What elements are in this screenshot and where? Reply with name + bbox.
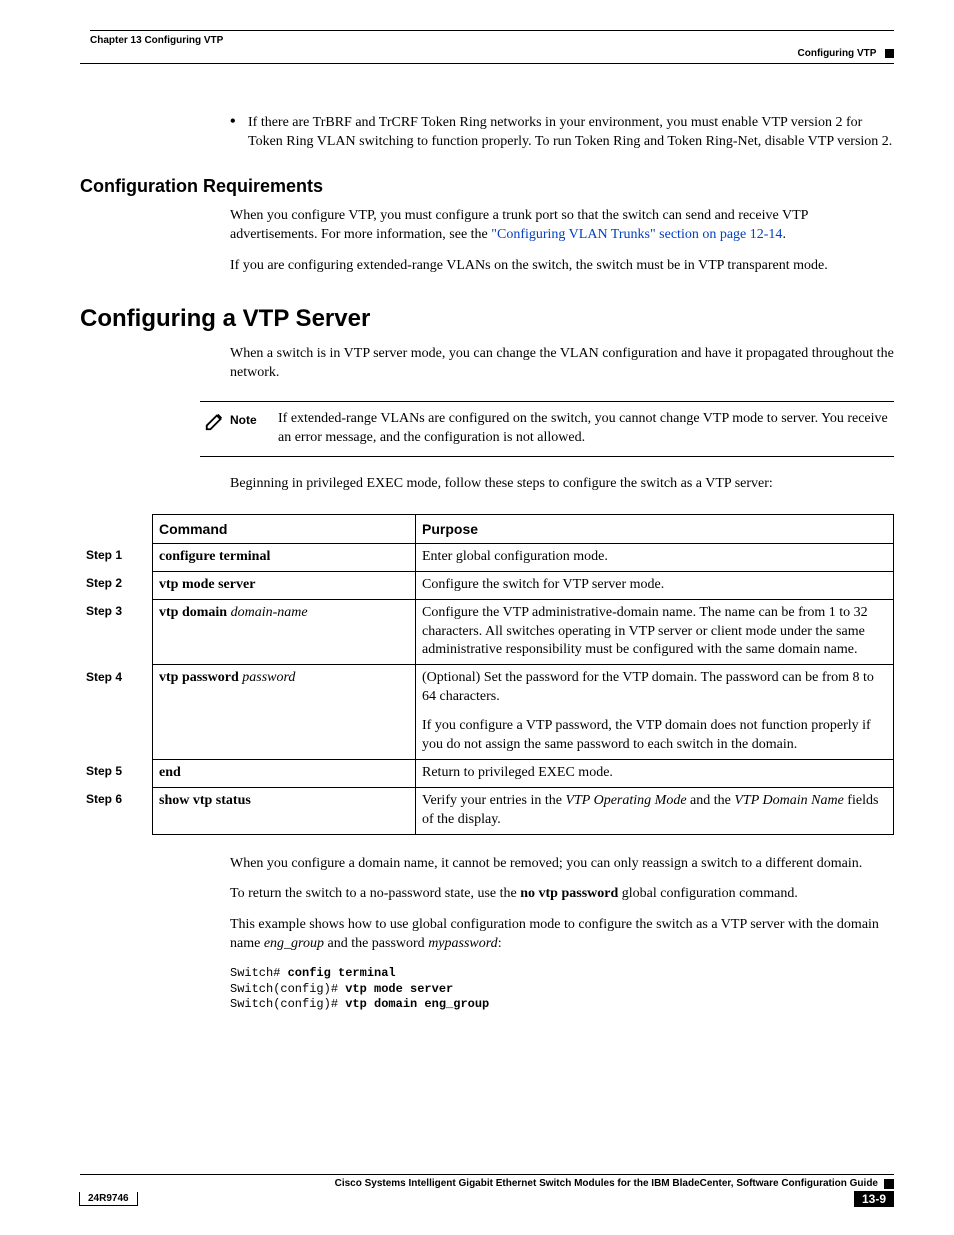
purpose-text: If you configure a VTP password, the VTP… bbox=[422, 717, 887, 755]
table-row: Step 2 vtp mode server Configure the swi… bbox=[80, 571, 894, 599]
paragraph: To return the switch to a no-password st… bbox=[230, 885, 894, 904]
paragraph: Beginning in privileged EXEC mode, follo… bbox=[230, 475, 894, 494]
step-label: Step 6 bbox=[80, 787, 153, 834]
command-text: show vtp status bbox=[159, 793, 251, 808]
footer-title: Cisco Systems Intelligent Gigabit Ethern… bbox=[80, 1178, 884, 1189]
step-label: Step 5 bbox=[80, 759, 153, 787]
command-text: vtp mode server bbox=[159, 577, 255, 592]
heading-config-vtp-server: Configuring a VTP Server bbox=[80, 305, 894, 333]
purpose-text: Enter global configuration mode. bbox=[416, 543, 894, 571]
paragraph: When a switch is in VTP server mode, you… bbox=[230, 345, 894, 383]
paragraph: If you are configuring extended-range VL… bbox=[230, 257, 894, 276]
footer-square-icon bbox=[884, 1179, 894, 1189]
paragraph: When you configure a domain name, it can… bbox=[230, 855, 894, 874]
step-label: Step 2 bbox=[80, 571, 153, 599]
footer-doc-number: 24R9746 bbox=[79, 1192, 138, 1206]
page-footer: Cisco Systems Intelligent Gigabit Ethern… bbox=[80, 1174, 894, 1207]
heading-config-requirements: Configuration Requirements bbox=[80, 176, 894, 197]
command-text: vtp password bbox=[159, 670, 239, 685]
header-square-icon bbox=[885, 49, 894, 58]
note-text: If extended-range VLANs are configured o… bbox=[278, 410, 894, 448]
bullet-dot-icon: • bbox=[230, 114, 248, 152]
pencil-icon bbox=[200, 410, 230, 437]
command-arg: domain-name bbox=[231, 605, 308, 620]
section-header-right: Configuring VTP bbox=[798, 48, 877, 59]
purpose-text: Configure the switch for VTP server mode… bbox=[416, 571, 894, 599]
purpose-text: Return to privileged EXEC mode. bbox=[416, 759, 894, 787]
command-arg: password bbox=[242, 670, 295, 685]
purpose-text: (Optional) Set the password for the VTP … bbox=[422, 670, 874, 704]
step-label: Step 3 bbox=[80, 599, 153, 665]
command-text: vtp domain bbox=[159, 605, 227, 620]
note-label: Note bbox=[230, 410, 278, 427]
footer-page-number: 13-9 bbox=[854, 1191, 894, 1207]
table-row: Step 3 vtp domain domain-name Configure … bbox=[80, 599, 894, 665]
note-block: Note If extended-range VLANs are configu… bbox=[200, 401, 894, 457]
steps-table: Command Purpose Step 1 configure termina… bbox=[80, 514, 894, 835]
command-text: configure terminal bbox=[159, 549, 270, 564]
table-header-purpose: Purpose bbox=[416, 514, 894, 543]
purpose-text: Verify your entries in the VTP Operating… bbox=[416, 787, 894, 834]
chapter-header: Chapter 13 Configuring VTP bbox=[90, 35, 894, 46]
bullet-item: • If there are TrBRF and TrCRF Token Rin… bbox=[230, 114, 894, 152]
step-label: Step 1 bbox=[80, 543, 153, 571]
table-row: Step 1 configure terminal Enter global c… bbox=[80, 543, 894, 571]
link-config-vlan-trunks[interactable]: "Configuring VLAN Trunks" section on pag… bbox=[491, 227, 782, 242]
paragraph: This example shows how to use global con… bbox=[230, 916, 894, 954]
code-block: Switch# config terminal Switch(config)# … bbox=[230, 966, 894, 1013]
table-row: Step 5 end Return to privileged EXEC mod… bbox=[80, 759, 894, 787]
table-row: Step 6 show vtp status Verify your entri… bbox=[80, 787, 894, 834]
bullet-text: If there are TrBRF and TrCRF Token Ring … bbox=[248, 114, 894, 152]
table-row: Step 4 vtp password password (Optional) … bbox=[80, 665, 894, 760]
text: . bbox=[782, 227, 786, 242]
command-text: end bbox=[159, 765, 181, 780]
table-header-command: Command bbox=[153, 514, 416, 543]
step-label: Step 4 bbox=[80, 665, 153, 760]
purpose-text: Configure the VTP administrative-domain … bbox=[416, 599, 894, 665]
paragraph: When you configure VTP, you must configu… bbox=[230, 207, 894, 245]
